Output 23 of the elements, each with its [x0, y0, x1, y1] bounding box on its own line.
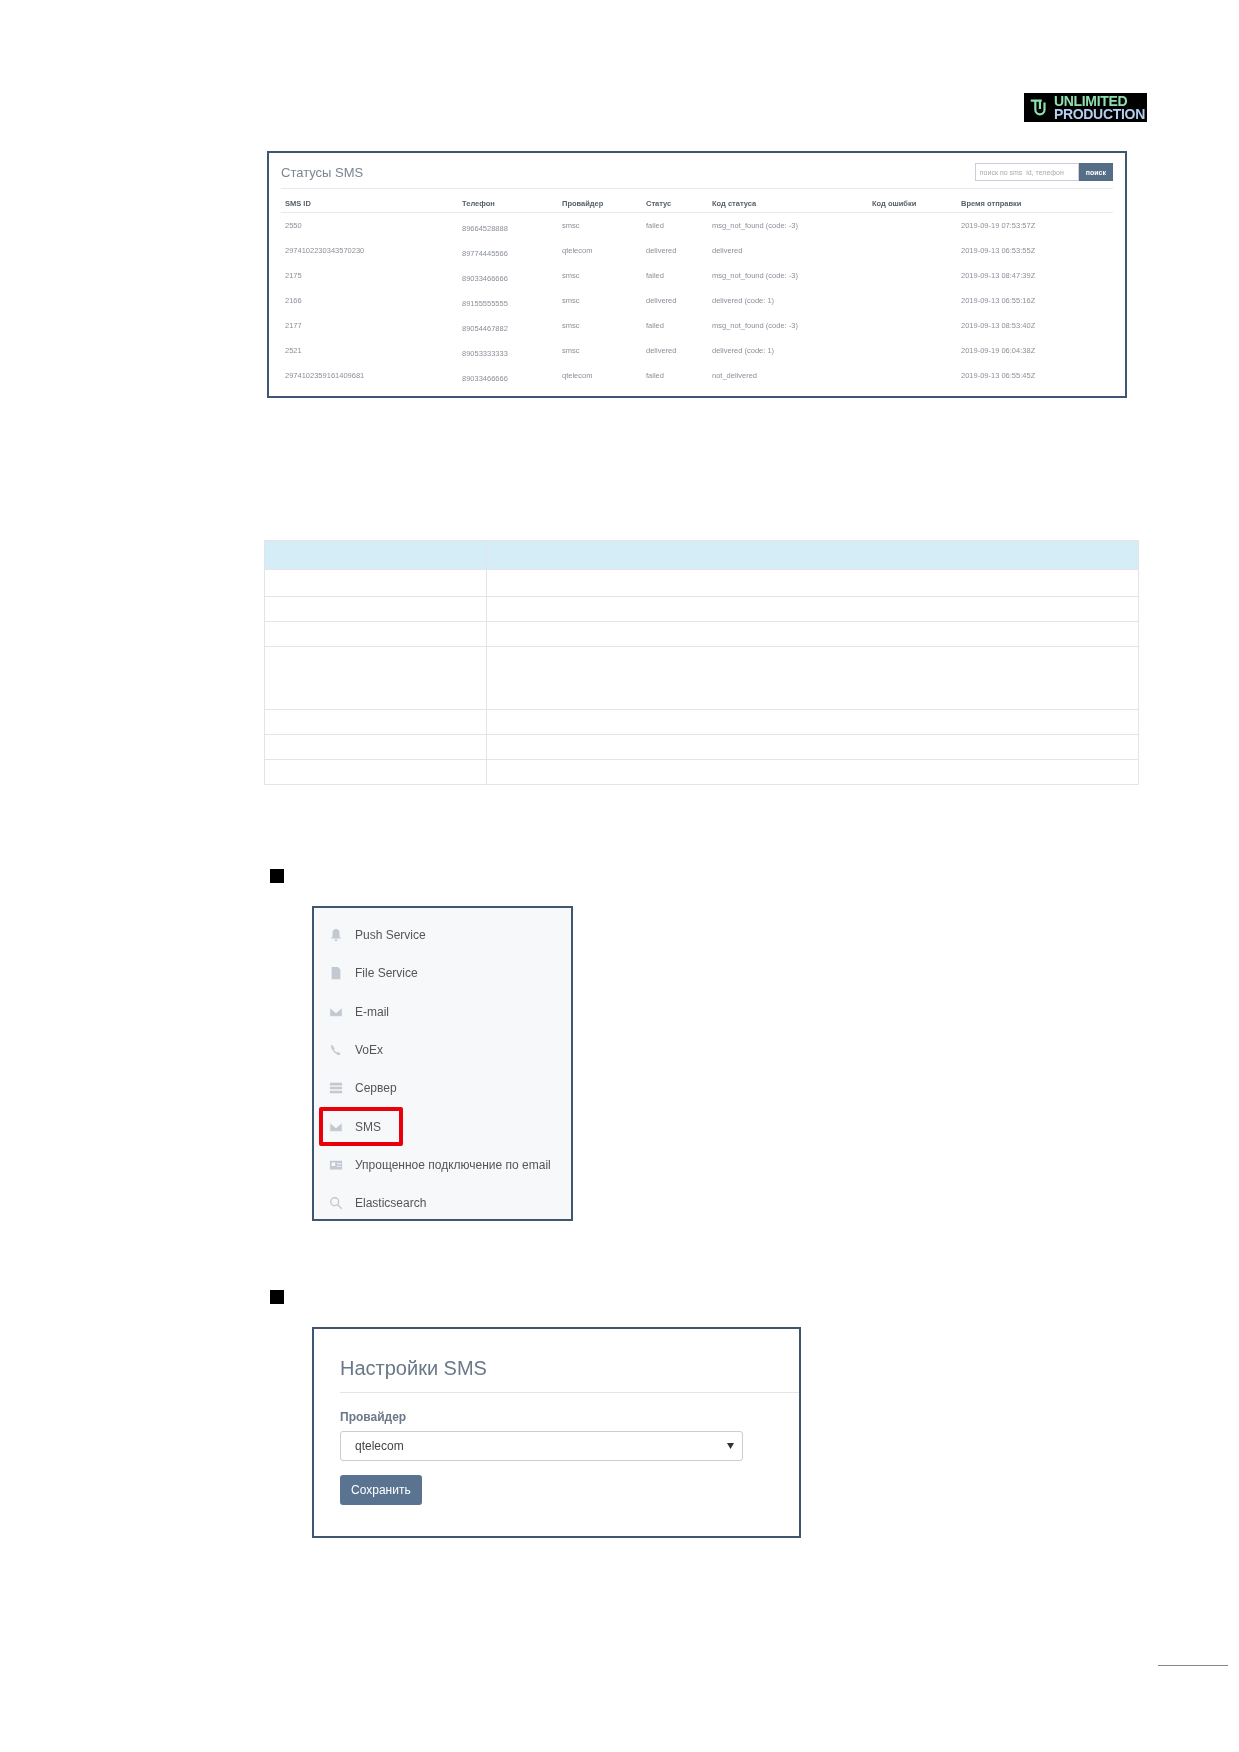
sidebar-item[interactable]: VoEx — [319, 1030, 398, 1070]
field-label: Провайдер — [340, 1410, 407, 1424]
sidebar-item[interactable]: Сервер — [319, 1069, 411, 1108]
sidebar-item[interactable]: Push Service — [319, 916, 440, 955]
panel-title: Настройки SMS — [340, 1357, 487, 1380]
file-icon — [329, 966, 343, 981]
search-icon — [329, 1196, 343, 1211]
panel-title: Статусы SMS — [281, 164, 364, 180]
logo-text: UNLIMITED — [1053, 94, 1129, 108]
sidebar-item[interactable]: Упрощенное подключение по email — [319, 1145, 565, 1185]
caret-icon — [727, 1443, 734, 1449]
bullet-icon — [270, 869, 284, 883]
sidebar-item[interactable]: File Service — [319, 954, 432, 993]
sidebar-item[interactable]: SMS — [319, 1107, 403, 1146]
sidebar-item[interactable]: Elasticsearch — [319, 1184, 441, 1223]
logo-text: PRODUCTION — [1053, 107, 1145, 121]
phone-icon — [329, 1043, 343, 1058]
bell-icon — [329, 928, 343, 943]
bullet-icon — [270, 1290, 284, 1304]
sidebar-item[interactable]: E-mail — [319, 992, 403, 1031]
save-button[interactable]: Сохранить — [340, 1475, 422, 1505]
provider-select[interactable]: qtelecom — [340, 1431, 743, 1461]
server-icon — [329, 1081, 343, 1096]
